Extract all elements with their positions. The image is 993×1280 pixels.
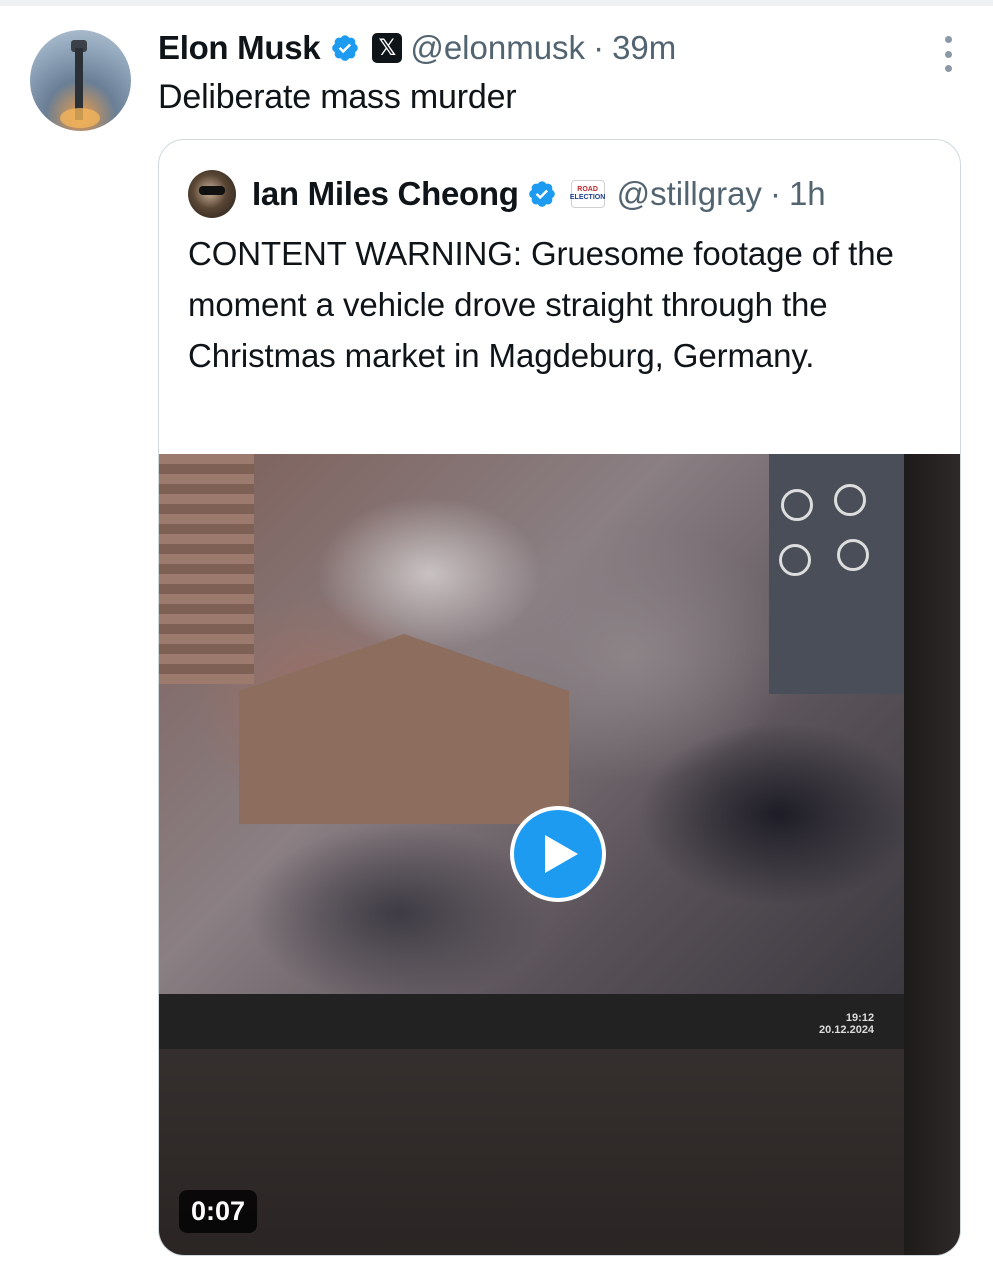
- monitor-bezel: [159, 994, 904, 1049]
- x-logo-icon: 𝕏: [372, 33, 403, 63]
- play-icon: [545, 835, 578, 873]
- video-player[interactable]: 19:12 20.12.2024 0:07: [159, 454, 960, 1255]
- tweet-text: Deliberate mass murder: [158, 78, 517, 116]
- video-duration: 0:07: [179, 1190, 258, 1233]
- top-divider: [0, 0, 993, 6]
- separator-dot: ·: [769, 175, 781, 212]
- verified-badge-icon: [528, 181, 555, 207]
- author-avatar[interactable]: [30, 30, 131, 131]
- quoted-author-name[interactable]: Ian Miles Cheong: [252, 175, 519, 213]
- video-thumbnail: [159, 454, 904, 994]
- quoted-author-handle[interactable]: @stillgray: [617, 175, 762, 213]
- tweet-header: Elon Musk 𝕏 @elonmusk · 39m: [158, 26, 676, 70]
- quoted-tweet-time[interactable]: 1h: [789, 175, 826, 213]
- separator-dot: ·: [593, 29, 605, 66]
- verified-badge-icon: [332, 35, 359, 61]
- author-handle[interactable]: @elonmusk: [410, 29, 585, 67]
- more-options-icon[interactable]: [945, 36, 953, 72]
- quoted-tweet-header: Ian Miles Cheong ROAD ELECTION @stillgra…: [188, 170, 826, 218]
- author-name[interactable]: Elon Musk: [158, 29, 321, 67]
- tweet-time[interactable]: 39m: [612, 29, 676, 67]
- quoted-tweet-text: CONTENT WARNING: Gruesome footage of the…: [188, 235, 894, 374]
- road-election-icon: ROAD ELECTION: [570, 180, 605, 208]
- video-overlay-timestamp: 19:12 20.12.2024: [819, 1012, 875, 1036]
- quoted-tweet[interactable]: Ian Miles Cheong ROAD ELECTION @stillgra…: [158, 139, 961, 1256]
- quoted-author-avatar[interactable]: [188, 170, 236, 218]
- play-button[interactable]: [510, 806, 606, 902]
